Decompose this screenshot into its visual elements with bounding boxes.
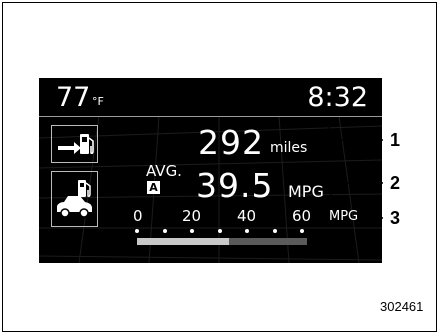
callout-brackets [324,121,383,227]
figure-number: 302461 [380,299,424,314]
callout-3: 3 [390,208,401,228]
callout-2: 2 [390,173,401,193]
callout-1: 1 [390,130,401,150]
